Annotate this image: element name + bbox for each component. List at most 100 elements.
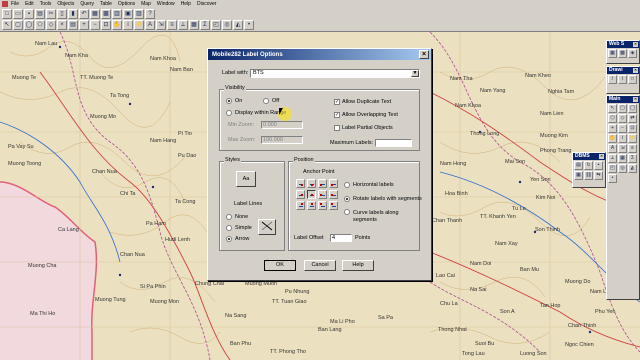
paste-icon[interactable]: ▮: [68, 9, 78, 19]
anchor-top-left[interactable]: [296, 179, 305, 188]
allow-overlapping-checkbox[interactable]: ✓: [334, 112, 340, 118]
menu-edit[interactable]: Edit: [25, 1, 34, 7]
select-icon[interactable]: ↖: [608, 104, 617, 113]
new-table-icon[interactable]: □: [2, 9, 12, 19]
unselect-icon[interactable]: ×: [57, 20, 67, 30]
grabber-icon[interactable]: ✋: [112, 20, 122, 30]
info-icon[interactable]: i: [123, 20, 133, 30]
line-style-button[interactable]: [258, 219, 276, 235]
new-grapher-icon[interactable]: ▥: [112, 9, 122, 19]
change-view-icon[interactable]: ⊡: [628, 124, 637, 133]
print-icon[interactable]: ▤: [35, 9, 45, 19]
invert-icon[interactable]: ⇄: [628, 114, 637, 123]
visibility-on-radio[interactable]: [226, 98, 232, 104]
boundary-select-icon[interactable]: ◇: [46, 20, 56, 30]
label-partial-checkbox[interactable]: [334, 125, 340, 131]
menu-options[interactable]: Options: [118, 1, 135, 7]
open-icon[interactable]: ▭: [13, 9, 23, 19]
maximum-labels-input[interactable]: [375, 139, 412, 147]
anchor-bottom-left[interactable]: [296, 201, 305, 210]
drawing-palette-title[interactable]: Drawi ×: [607, 67, 639, 74]
close-icon[interactable]: ×: [633, 68, 638, 73]
max-zoom-input[interactable]: 100.000: [261, 136, 303, 144]
menu-table[interactable]: Table: [100, 1, 112, 7]
cut-icon[interactable]: ✂: [46, 9, 56, 19]
anchor-middle-right[interactable]: [318, 190, 327, 199]
change-view-icon[interactable]: ⊡: [101, 20, 111, 30]
reshape-icon[interactable]: ◭: [628, 164, 637, 173]
undo-icon[interactable]: ↶: [79, 9, 89, 19]
anchor-bottom-center[interactable]: [307, 201, 316, 210]
menu-window[interactable]: Window: [157, 1, 175, 7]
polygon-select-icon[interactable]: ⬠: [35, 20, 45, 30]
grabber-icon[interactable]: ✋: [608, 134, 617, 143]
close-button[interactable]: ×: [419, 50, 429, 59]
copy-icon[interactable]: ▯: [57, 9, 67, 19]
label-icon[interactable]: A: [145, 20, 155, 30]
anchor-bottom-extra[interactable]: [329, 201, 338, 210]
help-pointer-icon[interactable]: ?: [145, 9, 155, 19]
marquee-icon[interactable]: ▢: [618, 104, 627, 113]
hotlink-icon[interactable]: ⚡: [134, 20, 144, 30]
anchor-middle-extra[interactable]: [329, 190, 338, 199]
line-simple-radio[interactable]: [226, 225, 232, 231]
draw-polyline-icon[interactable]: ⌇: [618, 75, 627, 84]
radius-select-icon[interactable]: ◯: [24, 20, 34, 30]
draw-line-icon[interactable]: /: [608, 75, 617, 84]
anchor-middle-left[interactable]: [296, 190, 305, 199]
ok-button[interactable]: OK: [264, 260, 296, 271]
allow-duplicate-checkbox[interactable]: ✓: [334, 99, 340, 105]
app-icon[interactable]: [2, 1, 8, 7]
display-within-range-radio[interactable]: [226, 110, 232, 116]
menu-map[interactable]: Map: [141, 1, 151, 7]
main-palette-title[interactable]: Main ×: [607, 96, 639, 103]
legend-icon[interactable]: ▦: [618, 154, 627, 163]
info-icon[interactable]: i: [618, 134, 627, 143]
menu-help[interactable]: Help: [181, 1, 191, 7]
set-target-icon[interactable]: ◎: [618, 164, 627, 173]
radius-icon[interactable]: ◯: [628, 104, 637, 113]
anchor-top-extra[interactable]: [329, 179, 338, 188]
marquee-select-icon[interactable]: ▢: [13, 20, 23, 30]
menu-query[interactable]: Query: [80, 1, 94, 7]
polygon-icon[interactable]: ⬠: [608, 114, 617, 123]
refresh-dbms-icon[interactable]: ↻: [584, 161, 593, 170]
legend-icon[interactable]: ▦: [189, 20, 199, 30]
geocode-icon[interactable]: ◈: [628, 49, 637, 58]
clip-region-icon[interactable]: ◰: [608, 164, 617, 173]
rotate-labels-radio[interactable]: [344, 196, 350, 202]
drag-window-icon[interactable]: ⇲: [156, 20, 166, 30]
statistics-icon[interactable]: Σ: [628, 154, 637, 163]
zoom-out-icon[interactable]: −: [90, 20, 100, 30]
zoom-in-icon[interactable]: +: [79, 20, 89, 30]
anchor-center[interactable]: [307, 190, 316, 199]
new-mapper-icon[interactable]: ▩: [101, 9, 111, 19]
line-none-radio[interactable]: [226, 214, 232, 220]
add-node-icon[interactable]: •: [608, 174, 617, 183]
hotlink-icon[interactable]: ⚡: [628, 134, 637, 143]
select-arrow-icon[interactable]: ↖: [2, 20, 12, 30]
link-dbms-icon[interactable]: ⇆: [594, 171, 603, 180]
anchor-bottom-right[interactable]: [318, 201, 327, 210]
visibility-off-radio[interactable]: [263, 98, 269, 104]
boundary-icon[interactable]: ◇: [618, 114, 627, 123]
menu-file[interactable]: File: [11, 1, 19, 7]
font-style-button[interactable]: Aa: [236, 171, 256, 187]
close-icon[interactable]: ×: [633, 97, 638, 102]
layer-control-icon[interactable]: ≡: [167, 20, 177, 30]
close-icon[interactable]: ×: [633, 42, 638, 47]
menu-tools[interactable]: Tools: [40, 1, 52, 7]
wms-icon[interactable]: ▦: [608, 49, 617, 58]
ruler-icon[interactable]: ⟂: [178, 20, 188, 30]
layer-control-icon[interactable]: ≡: [628, 144, 637, 153]
graph-select-icon[interactable]: ▤: [68, 20, 78, 30]
label-with-select[interactable]: BTS ▼: [250, 69, 420, 78]
zoom-in-icon[interactable]: +: [608, 124, 617, 133]
chevron-down-icon[interactable]: ▼: [411, 70, 419, 77]
new-layout-icon[interactable]: ▣: [123, 9, 133, 19]
save-icon[interactable]: ▪: [24, 9, 34, 19]
curve-labels-radio[interactable]: [344, 209, 350, 215]
zoom-out-icon[interactable]: −: [618, 124, 627, 133]
cancel-button[interactable]: Cancel: [304, 260, 336, 271]
line-arrow-radio[interactable]: [226, 236, 232, 242]
